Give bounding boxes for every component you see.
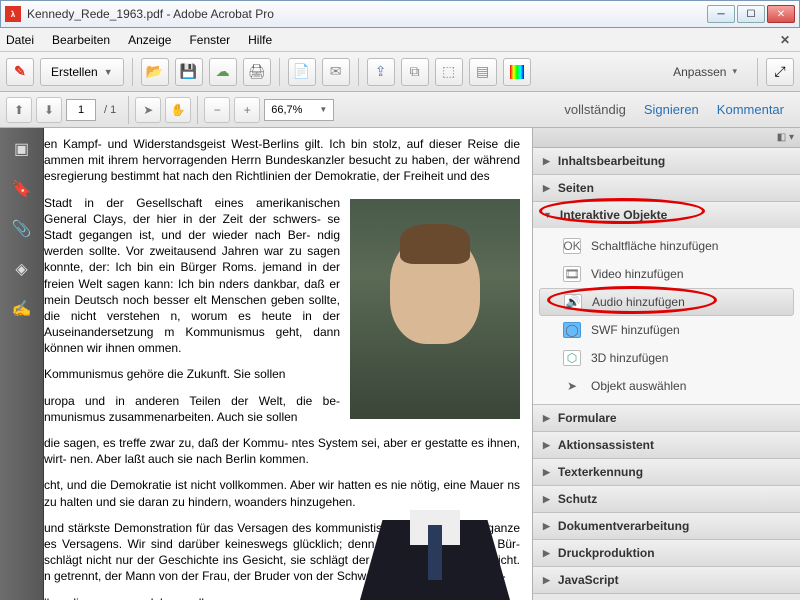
- doc-paragraph: cht, und die Demokratie ist nicht vollko…: [44, 477, 520, 509]
- triangle-right-icon: ▶: [543, 494, 550, 505]
- section-aktionsassistent[interactable]: ▶Aktionsassistent: [533, 432, 800, 458]
- swf-icon: ◯: [563, 322, 581, 338]
- signatures-icon[interactable]: ✍: [11, 298, 33, 320]
- media-icon[interactable]: [503, 58, 531, 86]
- nav-pane: ▣ 🔖 📎 ◈ ✍: [0, 128, 44, 600]
- tool-add-button[interactable]: OKSchaltfläche hinzufügen: [533, 232, 800, 260]
- filename: Kennedy_Rede_1963.pdf: [27, 7, 163, 21]
- menu-fenster[interactable]: Fenster: [189, 33, 230, 47]
- cube-icon: ⬡: [563, 350, 581, 366]
- pdf-create-icon[interactable]: ✎: [6, 58, 34, 86]
- tools-pane-header[interactable]: ◧ ▾: [533, 128, 800, 148]
- link-vollstaendig[interactable]: vollständig: [564, 102, 625, 117]
- app-name: Adobe Acrobat Pro: [173, 7, 274, 21]
- layers-icon[interactable]: ◈: [11, 258, 33, 280]
- attachments-icon[interactable]: 📎: [11, 218, 33, 240]
- cursor-icon: ➤: [563, 378, 581, 394]
- select-tool-icon[interactable]: ➤: [135, 97, 161, 123]
- triangle-right-icon: ▶: [543, 575, 550, 586]
- scan-icon[interactable]: 📄: [288, 58, 316, 86]
- doc-paragraph: en Kampf- und Widerstandsgeist West-Berl…: [44, 136, 520, 185]
- menu-anzeige[interactable]: Anzeige: [128, 33, 171, 47]
- print-icon[interactable]: 🖨: [243, 58, 271, 86]
- page-number-input[interactable]: [66, 99, 96, 121]
- tools-pane: ◧ ▾ ▶Inhaltsbearbeitung ▶Seiten ▼Interak…: [532, 128, 800, 600]
- section-schutz[interactable]: ▶Schutz: [533, 486, 800, 512]
- page-total: / 1: [104, 104, 116, 116]
- triangle-down-icon: ▼: [543, 210, 552, 220]
- export-icon[interactable]: ⇪: [367, 58, 395, 86]
- triangle-right-icon: ▶: [543, 548, 550, 559]
- zoom-in-icon[interactable]: +: [234, 97, 260, 123]
- thumbnails-icon[interactable]: ▣: [11, 138, 33, 160]
- pdf-icon: λ: [5, 6, 21, 22]
- section-texterkennung[interactable]: ▶Texterkennung: [533, 459, 800, 485]
- maximize-button[interactable]: ☐: [737, 5, 765, 23]
- interactive-objects-body: OKSchaltfläche hinzufügen 🎞Video hinzufü…: [533, 228, 800, 404]
- page-down-button[interactable]: ⬇: [36, 97, 62, 123]
- mail-icon[interactable]: ✉: [322, 58, 350, 86]
- section-dokumentverarbeitung[interactable]: ▶Dokumentverarbeitung: [533, 513, 800, 539]
- link-signieren[interactable]: Signieren: [644, 102, 699, 117]
- doc-paragraph: die sagen, es treffe zwar zu, daß der Ko…: [44, 435, 520, 467]
- document-view[interactable]: en Kampf- und Widerstandsgeist West-Berl…: [44, 128, 532, 600]
- zoom-value: 66,7%: [271, 104, 302, 116]
- triangle-right-icon: ▶: [543, 183, 550, 194]
- menu-bearbeiten[interactable]: Bearbeiten: [52, 33, 110, 47]
- section-inhaltsbearbeitung[interactable]: ▶Inhaltsbearbeitung: [533, 148, 800, 174]
- zoom-out-icon[interactable]: −: [204, 97, 230, 123]
- tool-add-audio[interactable]: 🔊Audio hinzufügen: [539, 288, 794, 316]
- create-label: Erstellen: [51, 65, 98, 79]
- film-icon: 🎞: [563, 266, 581, 282]
- page-up-button[interactable]: ⬆: [6, 97, 32, 123]
- toolbar-nav: ⬆ ⬇ / 1 ➤ ✋ − + 66,7% ▼ vollständig Sign…: [0, 92, 800, 128]
- triangle-right-icon: ▶: [543, 413, 550, 424]
- section-druckproduktion[interactable]: ▶Druckproduktion: [533, 540, 800, 566]
- speaker-icon: 🔊: [564, 294, 582, 310]
- menubar: Datei Bearbeiten Anzeige Fenster Hilfe ✕: [0, 28, 800, 52]
- create-dropdown[interactable]: Erstellen ▼: [40, 58, 124, 86]
- tool-select-object[interactable]: ➤Objekt auswählen: [533, 372, 800, 400]
- chevron-down-icon: ▼: [104, 67, 113, 77]
- document-close-icon[interactable]: ✕: [780, 33, 790, 47]
- tool-add-swf[interactable]: ◯SWF hinzufügen: [533, 316, 800, 344]
- customize-dropdown[interactable]: Anpassen ▾: [661, 58, 749, 86]
- open-icon[interactable]: 📂: [141, 58, 169, 86]
- photo-jfk: [350, 199, 520, 419]
- triangle-right-icon: ▶: [543, 467, 550, 478]
- ocr-icon[interactable]: ⬚: [435, 58, 463, 86]
- triangle-right-icon: ▶: [543, 156, 550, 167]
- hand-tool-icon[interactable]: ✋: [165, 97, 191, 123]
- close-button[interactable]: ✕: [767, 5, 795, 23]
- workspace: ▣ 🔖 📎 ◈ ✍ en Kampf- und Widerstandsgeist…: [0, 128, 800, 600]
- customize-label: Anpassen: [673, 65, 726, 79]
- save-icon[interactable]: 💾: [175, 58, 203, 86]
- titlebar: λ Kennedy_Rede_1963.pdf - Adobe Acrobat …: [0, 0, 800, 28]
- triangle-right-icon: ▶: [543, 440, 550, 451]
- tool-add-3d[interactable]: ⬡3D hinzufügen: [533, 344, 800, 372]
- chevron-down-icon: ▼: [319, 105, 327, 114]
- triangle-right-icon: ▶: [543, 521, 550, 532]
- section-interaktive-objekte[interactable]: ▼Interaktive Objekte: [533, 202, 800, 228]
- section-formulare[interactable]: ▶Formulare: [533, 405, 800, 431]
- forms-icon[interactable]: ▤: [469, 58, 497, 86]
- window-title: Kennedy_Rede_1963.pdf - Adobe Acrobat Pr…: [27, 7, 707, 21]
- section-javascript[interactable]: ▶JavaScript: [533, 567, 800, 593]
- tool-add-video[interactable]: 🎞Video hinzufügen: [533, 260, 800, 288]
- toolbar-main: ✎ Erstellen ▼ 📂 💾 ☁ 🖨 📄 ✉ ⇪ ⧉ ⬚ ▤ Anpass…: [0, 52, 800, 92]
- menu-datei[interactable]: Datei: [6, 33, 34, 47]
- chevron-down-icon: ▾: [732, 66, 737, 77]
- cloud-icon[interactable]: ☁: [209, 58, 237, 86]
- bookmarks-icon[interactable]: 🔖: [11, 178, 33, 200]
- section-seiten[interactable]: ▶Seiten: [533, 175, 800, 201]
- minimize-button[interactable]: ─: [707, 5, 735, 23]
- zoom-dropdown[interactable]: 66,7% ▼: [264, 99, 334, 121]
- menu-hilfe[interactable]: Hilfe: [248, 33, 272, 47]
- ok-icon: OK: [563, 238, 581, 254]
- combine-icon[interactable]: ⧉: [401, 58, 429, 86]
- link-kommentar[interactable]: Kommentar: [717, 102, 784, 117]
- expand-icon[interactable]: ⤢: [766, 58, 794, 86]
